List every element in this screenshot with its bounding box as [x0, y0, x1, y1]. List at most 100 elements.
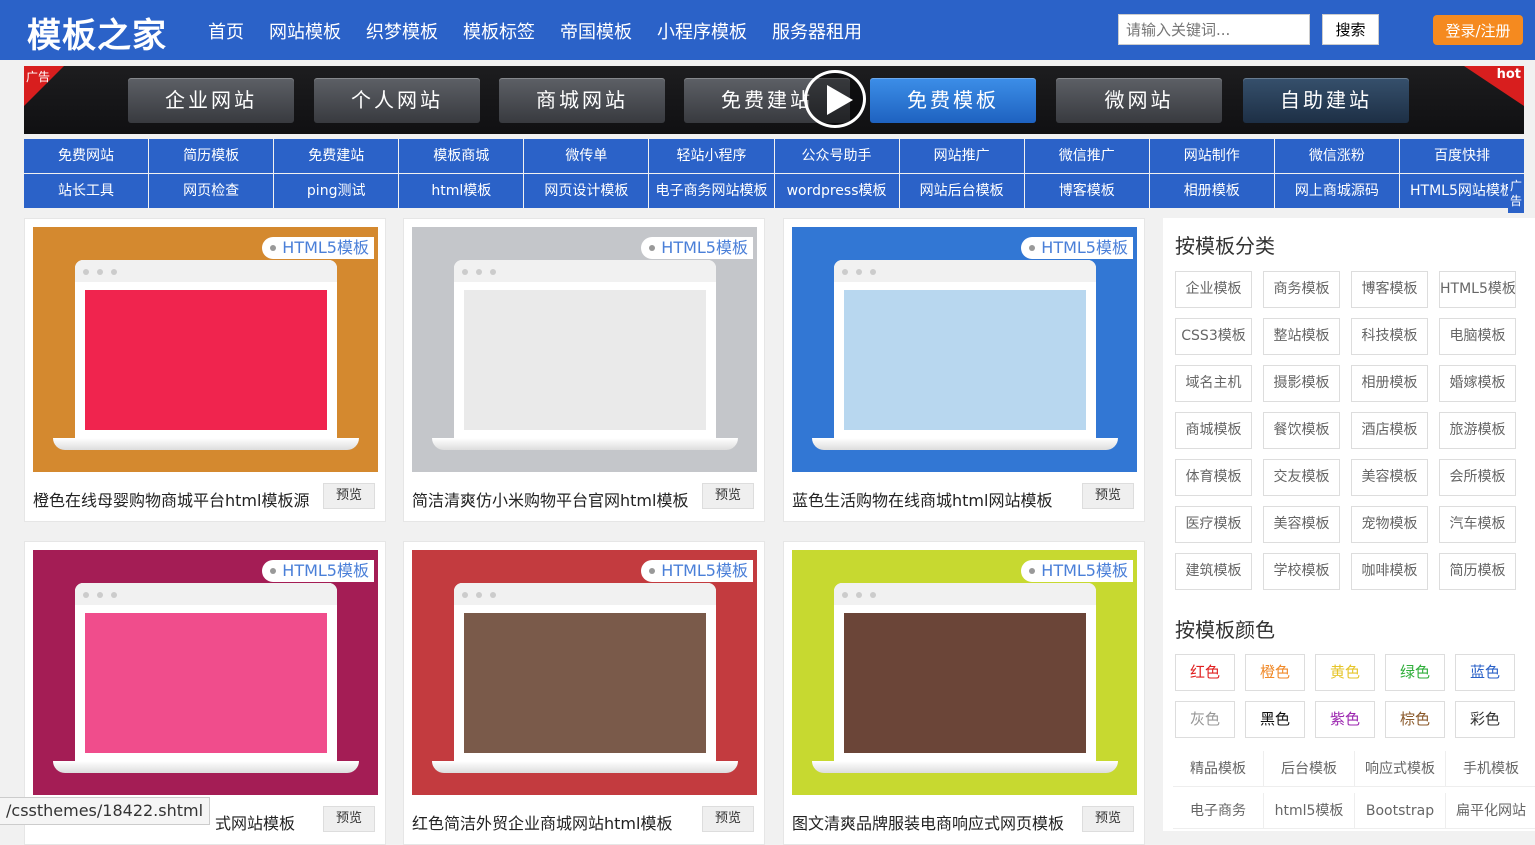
link-item[interactable]: 电子商务网站模板 — [649, 174, 774, 208]
category-tag[interactable]: 酒店模板 — [1351, 412, 1428, 449]
category-tag[interactable]: 医疗模板 — [1175, 506, 1252, 543]
link-item[interactable]: 微信推广 — [1024, 139, 1149, 173]
link-item[interactable]: 网页检查 — [149, 174, 274, 208]
nav-website-templates[interactable]: 网站模板 — [269, 18, 341, 44]
template-card[interactable]: HTML5模板 蓝色生活购物在线商城html网站模板 预览 — [783, 218, 1145, 522]
card-title[interactable]: 图文清爽品牌服装电商响应式网页模板 — [792, 810, 1074, 834]
category-tag[interactable]: 旅游模板 — [1439, 412, 1516, 449]
link-item[interactable]: 微传单 — [524, 139, 649, 173]
color-tag[interactable]: 绿色 — [1385, 654, 1445, 691]
link-item[interactable]: 百度快排 — [1399, 139, 1524, 173]
card-title[interactable]: 橙色在线母婴购物商城平台html模板源 — [33, 487, 315, 511]
banner-button-self-build[interactable]: 自助建站 — [1243, 78, 1409, 123]
card-thumbnail[interactable]: HTML5模板 — [33, 227, 378, 472]
link-item[interactable]: 网页设计模板 — [524, 174, 649, 208]
card-thumbnail[interactable]: HTML5模板 — [792, 227, 1137, 472]
nav-home[interactable]: 首页 — [208, 18, 244, 44]
tag-link[interactable]: 响应式模板 — [1355, 751, 1446, 787]
template-card[interactable]: HTML5模板 红色简洁外贸企业商城网站html模板 预览 — [403, 541, 765, 845]
link-item[interactable]: 模板商城 — [399, 139, 524, 173]
card-thumbnail[interactable]: HTML5模板 — [412, 550, 757, 795]
banner-button-micro-site[interactable]: 微网站 — [1056, 78, 1222, 123]
nav-dede-templates[interactable]: 织梦模板 — [366, 18, 438, 44]
link-item[interactable]: html模板 — [399, 174, 524, 208]
card-thumbnail[interactable]: HTML5模板 — [33, 550, 378, 795]
tag-link[interactable]: Bootstrap — [1355, 793, 1446, 829]
link-item[interactable]: 网站制作 — [1149, 139, 1274, 173]
color-tag[interactable]: 黑色 — [1245, 701, 1305, 738]
category-tag[interactable]: 婚嫁模板 — [1439, 365, 1516, 402]
color-tag[interactable]: 红色 — [1175, 654, 1235, 691]
color-tag[interactable]: 黄色 — [1315, 654, 1375, 691]
category-tag[interactable]: 学校模板 — [1263, 553, 1340, 590]
tag-link[interactable]: html5模板 — [1264, 793, 1355, 829]
banner-button-free-template[interactable]: 免费模板 — [870, 78, 1036, 123]
site-logo[interactable]: 模板之家 — [27, 8, 167, 57]
nav-empire-templates[interactable]: 帝国模板 — [560, 18, 632, 44]
color-tag[interactable]: 棕色 — [1385, 701, 1445, 738]
color-tag[interactable]: 灰色 — [1175, 701, 1235, 738]
login-register-button[interactable]: 登录/注册 — [1433, 15, 1523, 45]
category-tag[interactable]: 会所模板 — [1439, 459, 1516, 496]
category-tag[interactable]: 交友模板 — [1263, 459, 1340, 496]
link-item[interactable]: ping测试 — [274, 174, 399, 208]
link-item[interactable]: 免费网站 — [24, 139, 149, 173]
category-tag[interactable]: 宠物模板 — [1351, 506, 1428, 543]
tag-link[interactable]: 手机模板 — [1446, 751, 1535, 787]
play-icon[interactable] — [804, 70, 866, 128]
tag-link[interactable]: 电子商务 — [1173, 793, 1264, 829]
link-item[interactable]: 公众号助手 — [774, 139, 899, 173]
category-tag[interactable]: CSS3模板 — [1175, 318, 1252, 355]
category-tag[interactable]: 科技模板 — [1351, 318, 1428, 355]
card-title[interactable]: 简洁清爽仿小米购物平台官网html模板 — [412, 487, 694, 511]
banner-button-shop[interactable]: 商城网站 — [499, 78, 665, 123]
link-item[interactable]: 轻站小程序 — [649, 139, 774, 173]
link-item[interactable]: 免费建站 — [274, 139, 399, 173]
link-item[interactable]: 微信涨粉 — [1274, 139, 1399, 173]
nav-server-rental[interactable]: 服务器租用 — [772, 18, 862, 44]
tag-link[interactable]: 后台模板 — [1264, 751, 1355, 787]
preview-button[interactable]: 预览 — [323, 483, 375, 509]
search-input[interactable] — [1118, 14, 1310, 45]
side-ad-label[interactable]: 广告 — [1508, 177, 1524, 213]
ad-banner[interactable]: 广告 hot 企业网站 个人网站 商城网站 免费建站 免费模板 微网站 自助建站 — [24, 66, 1524, 134]
category-tag[interactable]: 体育模板 — [1175, 459, 1252, 496]
link-item[interactable]: wordpress模板 — [774, 174, 899, 208]
category-tag[interactable]: 汽车模板 — [1439, 506, 1516, 543]
category-tag[interactable]: 餐饮模板 — [1263, 412, 1340, 449]
tag-link[interactable]: 精品模板 — [1173, 751, 1264, 787]
category-tag[interactable]: 域名主机 — [1175, 365, 1252, 402]
search-button[interactable]: 搜索 — [1322, 14, 1379, 45]
category-tag[interactable]: 商城模板 — [1175, 412, 1252, 449]
link-item[interactable]: 网上商城源码 — [1274, 174, 1399, 208]
link-item[interactable]: 站长工具 — [24, 174, 149, 208]
template-card[interactable]: HTML5模板 简洁清爽仿小米购物平台官网html模板 预览 — [403, 218, 765, 522]
category-tag[interactable]: 相册模板 — [1351, 365, 1428, 402]
preview-button[interactable]: 预览 — [702, 806, 754, 832]
link-item[interactable]: 博客模板 — [1024, 174, 1149, 208]
banner-button-personal[interactable]: 个人网站 — [314, 78, 480, 123]
tag-link[interactable]: 扁平化网站 — [1446, 793, 1535, 829]
category-tag[interactable]: 整站模板 — [1263, 318, 1340, 355]
category-tag[interactable]: 商务模板 — [1263, 271, 1340, 308]
category-tag[interactable]: 摄影模板 — [1263, 365, 1340, 402]
category-tag[interactable]: HTML5模板 — [1439, 271, 1516, 308]
link-item[interactable]: 网站后台模板 — [899, 174, 1024, 208]
category-tag[interactable]: 企业模板 — [1175, 271, 1252, 308]
preview-button[interactable]: 预览 — [1082, 806, 1134, 832]
link-item[interactable]: 网站推广 — [899, 139, 1024, 173]
color-tag[interactable]: 蓝色 — [1455, 654, 1515, 691]
template-card[interactable]: HTML5模板 橙色在线母婴购物商城平台html模板源 预览 — [24, 218, 386, 522]
category-tag[interactable]: 美容模板 — [1263, 506, 1340, 543]
card-thumbnail[interactable]: HTML5模板 — [412, 227, 757, 472]
category-tag[interactable]: 简历模板 — [1439, 553, 1516, 590]
preview-button[interactable]: 预览 — [323, 806, 375, 832]
category-tag[interactable]: 博客模板 — [1351, 271, 1428, 308]
category-tag[interactable]: 建筑模板 — [1175, 553, 1252, 590]
card-title[interactable]: 蓝色生活购物在线商城html网站模板 — [792, 487, 1074, 511]
link-item[interactable]: 简历模板 — [149, 139, 274, 173]
link-item[interactable]: 相册模板 — [1149, 174, 1274, 208]
nav-miniprogram-templates[interactable]: 小程序模板 — [657, 18, 747, 44]
color-tag[interactable]: 彩色 — [1455, 701, 1515, 738]
category-tag[interactable]: 美容模板 — [1351, 459, 1428, 496]
